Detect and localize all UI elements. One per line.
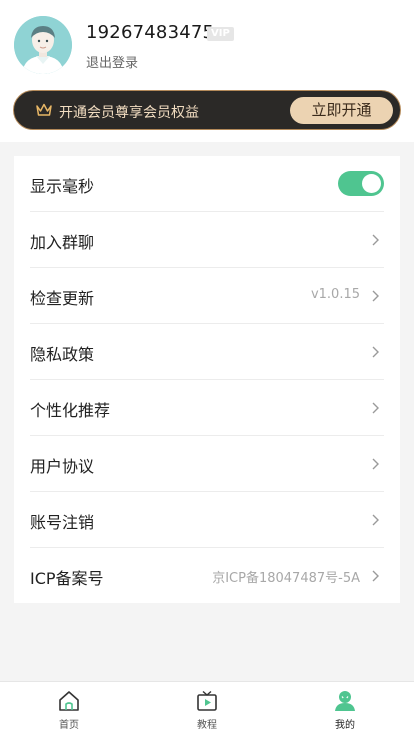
user-icon	[335, 691, 355, 711]
toggle-knob	[362, 174, 381, 193]
tab-label: 我的	[335, 720, 355, 731]
setting-icp-number[interactable]: ICP备案号 京ICP备18047487号-5A	[30, 548, 384, 604]
avatar[interactable]	[14, 16, 72, 74]
setting-join-group[interactable]: 加入群聊	[30, 212, 384, 268]
avatar-illustration	[14, 16, 72, 74]
bottom-tab-bar: 首页 教程 我的	[0, 681, 414, 736]
tab-label: 首页	[59, 720, 79, 731]
chevron-right-icon	[372, 290, 379, 302]
settings-list: 显示毫秒 加入群聊 检查更新 v1.0.15 隐私政策 个性化推荐 用户协议 账…	[14, 156, 400, 603]
setting-privacy-policy[interactable]: 隐私政策	[30, 324, 384, 380]
logout-link[interactable]: 退出登录	[86, 52, 138, 71]
tab-home[interactable]: 首页	[0, 682, 138, 736]
setting-label: 用户协议	[30, 457, 95, 476]
home-icon	[59, 691, 79, 711]
vip-banner-text: 开通会员尊享会员权益	[59, 105, 199, 121]
setting-label: 加入群聊	[30, 233, 95, 252]
app-version: v1.0.15	[310, 287, 360, 302]
setting-label: 隐私政策	[30, 345, 95, 364]
vip-badge: VIP	[207, 27, 234, 41]
setting-personalized-recommendation[interactable]: 个性化推荐	[30, 380, 384, 436]
setting-label: 个性化推荐	[30, 401, 111, 420]
tv-play-icon	[197, 690, 217, 711]
show-milliseconds-toggle[interactable]	[338, 171, 384, 196]
setting-user-agreement[interactable]: 用户协议	[30, 436, 384, 492]
setting-label: 检查更新	[30, 289, 95, 308]
chevron-right-icon	[372, 514, 379, 526]
user-phone: 19267483475	[86, 22, 215, 43]
chevron-right-icon	[372, 458, 379, 470]
chevron-right-icon	[372, 570, 379, 582]
vip-banner[interactable]: 开通会员尊享会员权益 立即开通	[13, 90, 401, 130]
setting-label: 账号注销	[30, 513, 95, 532]
setting-label: ICP备案号	[30, 569, 104, 588]
open-vip-button[interactable]: 立即开通	[290, 97, 393, 124]
tab-tutorial[interactable]: 教程	[138, 682, 276, 736]
setting-show-milliseconds: 显示毫秒	[30, 156, 384, 212]
chevron-right-icon	[372, 402, 379, 414]
chevron-right-icon	[372, 346, 379, 358]
setting-account-cancellation[interactable]: 账号注销	[30, 492, 384, 548]
setting-check-update[interactable]: 检查更新 v1.0.15	[30, 268, 384, 324]
tab-mine[interactable]: 我的	[276, 682, 414, 736]
profile-header: 19267483475 VIP 退出登录 开通会员尊享会员权益 立即开通	[0, 0, 414, 142]
icp-number: 京ICP备18047487号-5A	[212, 571, 360, 586]
chevron-right-icon	[372, 234, 379, 246]
setting-label: 显示毫秒	[30, 177, 95, 196]
crown-icon	[36, 103, 52, 116]
tab-label: 教程	[197, 720, 217, 731]
